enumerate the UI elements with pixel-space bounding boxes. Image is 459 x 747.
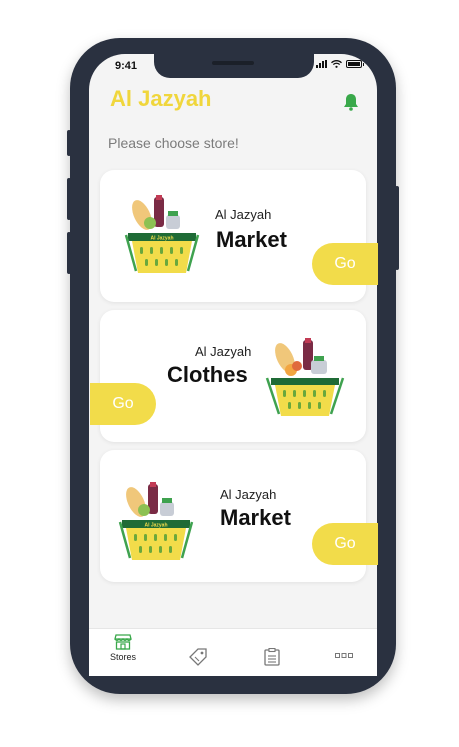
store-title: Clothes bbox=[167, 362, 248, 387]
svg-text:Al Jazyah: Al Jazyah bbox=[144, 523, 167, 529]
volume-down-button bbox=[67, 232, 71, 274]
go-button[interactable]: Go bbox=[312, 523, 378, 565]
tab-label: Stores bbox=[110, 652, 137, 662]
tab-more[interactable] bbox=[335, 653, 353, 659]
grocery-basket-icon bbox=[265, 338, 345, 416]
tab-offers[interactable] bbox=[189, 648, 207, 666]
store-title: Market bbox=[220, 505, 291, 530]
volume-up-button bbox=[67, 178, 71, 220]
store-icon bbox=[114, 634, 132, 650]
speaker bbox=[212, 61, 254, 65]
store-label: Al Jazyah bbox=[215, 207, 272, 222]
svg-text:Al Jazyah: Al Jazyah bbox=[150, 236, 173, 242]
battery-icon bbox=[346, 60, 364, 68]
tag-icon bbox=[189, 648, 207, 666]
choose-store-prompt: Please choose store! bbox=[108, 135, 239, 151]
grocery-basket-icon: Al Jazyah bbox=[118, 482, 194, 560]
more-icon bbox=[335, 653, 353, 658]
status-time: 9:41 bbox=[115, 60, 138, 72]
wifi-icon bbox=[331, 60, 342, 68]
tab-orders[interactable] bbox=[264, 648, 280, 666]
mute-switch bbox=[67, 130, 71, 156]
bell-icon[interactable] bbox=[343, 93, 359, 111]
app-logo: Al Jazyah bbox=[110, 86, 212, 111]
store-label: Al Jazyah bbox=[195, 344, 252, 359]
tab-stores[interactable]: Stores bbox=[110, 634, 136, 662]
go-button[interactable]: Go bbox=[312, 243, 378, 285]
store-label: Al Jazyah bbox=[220, 487, 277, 502]
power-button bbox=[395, 186, 399, 270]
status-icons bbox=[316, 60, 364, 68]
store-title: Market bbox=[216, 227, 287, 252]
list-icon bbox=[264, 648, 280, 666]
signal-icon bbox=[316, 60, 327, 68]
notch bbox=[154, 54, 314, 78]
go-button[interactable]: Go bbox=[90, 383, 156, 425]
grocery-basket-icon: Al Jazyah bbox=[124, 195, 200, 273]
